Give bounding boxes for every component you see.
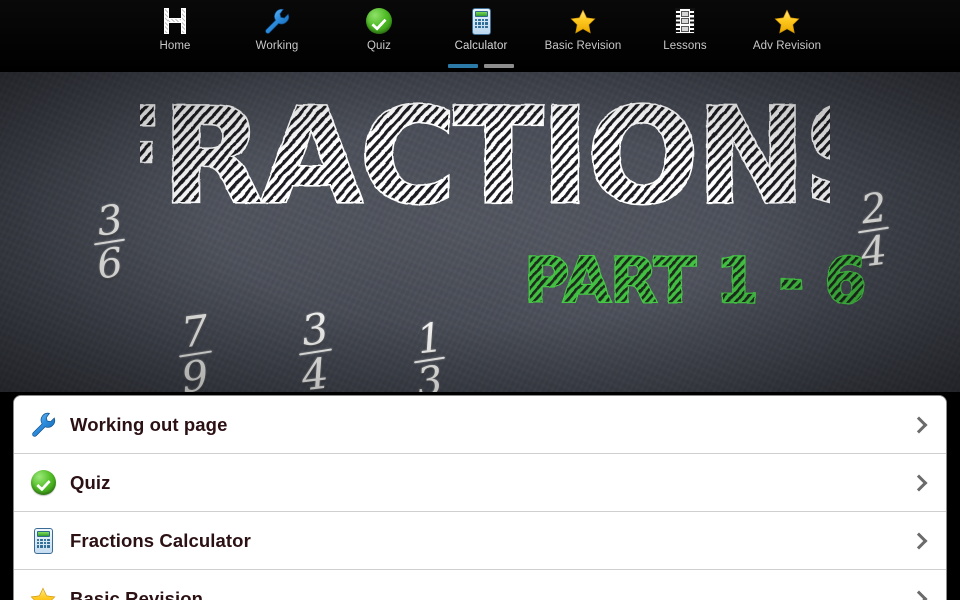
list-item-icon-wrap xyxy=(28,410,58,440)
list-item-label: Quiz xyxy=(70,471,111,493)
tab-quiz[interactable]: Quiz xyxy=(328,0,430,72)
calculator-icon xyxy=(33,527,53,554)
tab-label: Home xyxy=(159,40,191,52)
green-check-icon xyxy=(30,470,56,495)
list-item-label: Basic Revision xyxy=(70,588,204,600)
chevron-right-icon[interactable] xyxy=(910,416,928,434)
calculator-icon xyxy=(471,7,491,35)
wrench-icon xyxy=(30,411,57,438)
tab-icon-wrap xyxy=(158,6,192,36)
star-icon xyxy=(773,8,801,35)
tab-label: Lessons xyxy=(663,40,707,52)
list-item-label: Working out page xyxy=(70,413,228,435)
calculator-screen xyxy=(36,530,50,537)
tab-selected-indicator xyxy=(448,64,514,68)
app-root: Home Working Quiz Calculator Basic Revision L… xyxy=(0,0,960,600)
star-icon xyxy=(569,8,597,35)
menu-list-card: Working out page Quiz Fractions Calculator… xyxy=(14,396,946,600)
tab-icon-wrap xyxy=(362,6,396,36)
tab-icon-wrap xyxy=(260,6,294,36)
list-item-label: Fractions Calculator xyxy=(70,529,251,551)
tab-label: Calculator xyxy=(454,40,508,52)
tab-lessons[interactable]: Lessons xyxy=(634,0,736,72)
tab-icon-wrap xyxy=(770,6,804,36)
tab-label: Basic Revision xyxy=(544,40,622,52)
top-tab-bar: Home Working Quiz Calculator Basic Revision L… xyxy=(0,0,960,72)
chevron-right-icon[interactable] xyxy=(910,590,928,600)
calculator-keys xyxy=(36,538,50,548)
hero-chalkboard: FRACTIONS PART 1 - 6 xyxy=(0,72,960,392)
tab-label: Adv Revision xyxy=(752,40,822,52)
tab-icon-wrap xyxy=(566,6,600,36)
list-item[interactable]: Basic Revision xyxy=(14,570,946,600)
tab-label: Quiz xyxy=(366,40,392,52)
tab-icon-wrap xyxy=(464,6,498,36)
chevron-right-icon[interactable] xyxy=(910,532,928,550)
wrench-icon xyxy=(263,7,291,35)
chalkboard-vignette xyxy=(0,72,960,392)
list-item[interactable]: Working out page xyxy=(14,396,946,454)
tab-calculator[interactable]: Calculator xyxy=(430,0,532,72)
tab-working[interactable]: Working xyxy=(226,0,328,72)
green-check-icon xyxy=(366,8,392,34)
film-strip-icon xyxy=(675,8,695,34)
list-item-icon-wrap xyxy=(28,526,58,556)
calculator-keys xyxy=(474,18,488,29)
list-item[interactable]: Quiz xyxy=(14,454,946,512)
tab-basic-revision[interactable]: Basic Revision xyxy=(532,0,634,72)
list-item-icon-wrap xyxy=(28,468,58,498)
calculator-screen xyxy=(474,10,488,17)
home-chalk-h-icon xyxy=(164,8,186,34)
tab-adv-revision[interactable]: Adv Revision xyxy=(736,0,838,72)
tab-label: Working xyxy=(255,40,299,52)
list-item-icon-wrap xyxy=(28,584,58,600)
tab-home[interactable]: Home xyxy=(124,0,226,72)
tab-icon-wrap xyxy=(668,6,702,36)
chevron-right-icon[interactable] xyxy=(910,474,928,492)
star-icon xyxy=(29,586,57,600)
list-item[interactable]: Fractions Calculator xyxy=(14,512,946,570)
